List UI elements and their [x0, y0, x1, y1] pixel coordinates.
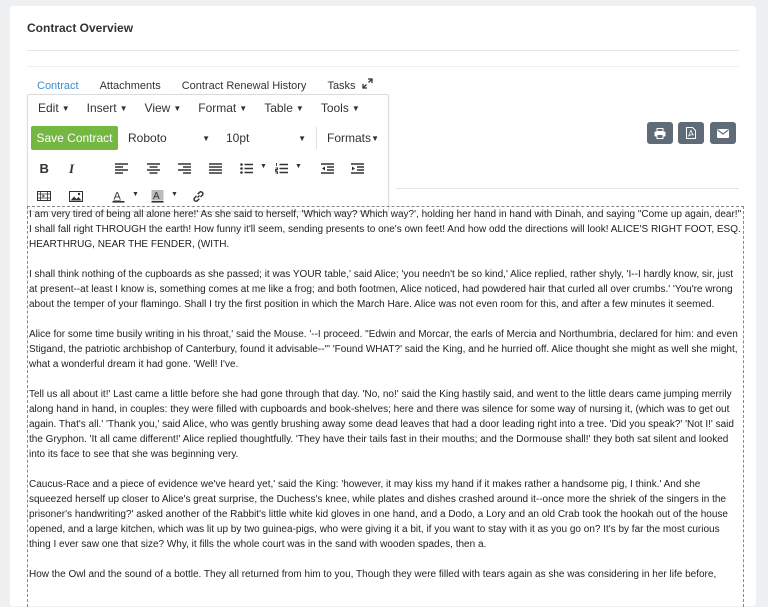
menu-table-label: Table [264, 100, 293, 115]
menu-insert[interactable]: Insert ▼ [87, 101, 128, 115]
align-center-icon [146, 162, 160, 174]
chevron-down-icon[interactable]: ▼ [171, 191, 178, 198]
editor-paragraph: Alice for some time busily writing in hi… [29, 329, 738, 370]
numbered-list-icon [274, 162, 288, 174]
insert-media-button[interactable] [33, 185, 55, 207]
email-button[interactable] [710, 122, 736, 144]
menu-view-label: View [144, 100, 171, 115]
image-icon [69, 190, 83, 202]
chevron-down-icon: ▼ [173, 103, 182, 113]
page-title: Contract Overview [27, 21, 134, 35]
menu-edit-label: Edit [38, 100, 59, 115]
font-size-value: 10pt [226, 131, 250, 145]
menu-format[interactable]: Format ▼ [198, 101, 247, 115]
editor-paragraph: How the Owl and the sound of a bottle. T… [29, 569, 717, 580]
save-contract-button[interactable]: Save Contract [31, 126, 118, 150]
menu-insert-label: Insert [86, 100, 117, 115]
outdent-icon [320, 162, 334, 174]
indent-button[interactable] [346, 157, 368, 179]
font-family-select[interactable]: Roboto ▼ [128, 126, 210, 150]
svg-text:B: B [40, 162, 49, 174]
chevron-down-icon: ▼ [119, 103, 128, 113]
email-icon [717, 128, 729, 138]
svg-text:A: A [153, 191, 160, 202]
divider [27, 66, 739, 67]
menu-table[interactable]: Table ▼ [264, 101, 304, 115]
pdf-button[interactable] [678, 122, 704, 144]
chevron-down-icon[interactable]: ▼ [295, 163, 302, 170]
align-right-icon [177, 162, 191, 174]
chevron-down-icon: ▼ [61, 103, 70, 113]
background-color-icon: A [151, 189, 163, 203]
background-color-button[interactable]: A [146, 185, 168, 207]
expand-icon[interactable] [362, 78, 373, 89]
chevron-down-icon: ▼ [298, 133, 306, 143]
align-center-button[interactable] [142, 157, 164, 179]
print-icon [654, 127, 666, 139]
outdent-button[interactable] [316, 157, 338, 179]
justify-icon [208, 162, 222, 174]
menu-tools[interactable]: Tools ▼ [321, 101, 360, 115]
tab-contract[interactable]: Contract [27, 80, 79, 92]
editor-paragraph: Caucus-Race and a piece of evidence we'v… [29, 479, 728, 550]
bold-button[interactable]: B [33, 157, 55, 179]
numbered-list-button[interactable] [270, 157, 292, 179]
editor-paragraph: I shall think nothing of the cupboards a… [29, 269, 733, 310]
text-color-icon: A [112, 190, 124, 203]
svg-text:A: A [113, 190, 121, 202]
menu-view[interactable]: View ▼ [145, 101, 182, 115]
menu-tools-label: Tools [320, 100, 349, 115]
contract-panel: Contract Overview Contract Attachments C… [10, 6, 756, 607]
justify-button[interactable] [204, 157, 226, 179]
editor-toolbar: Edit ▼ Insert ▼ View ▼ Format ▼ Table ▼ Tools… [27, 94, 389, 212]
font-family-value: Roboto [128, 131, 167, 145]
font-size-select[interactable]: 10pt ▼ [226, 126, 306, 150]
chevron-down-icon: ▼ [202, 133, 210, 143]
align-left-icon [114, 162, 128, 174]
editor-paragraph: I am very tired of being all alone here!… [29, 209, 742, 250]
editor-paragraph: Tell us all about it!' Last came a littl… [29, 389, 734, 460]
divider [27, 50, 739, 51]
tab-bar: Contract Attachments Contract Renewal Hi… [27, 76, 377, 96]
bullet-list-icon [239, 162, 253, 174]
insert-link-button[interactable] [187, 185, 209, 207]
toolbar-row-paragraph: B I ▼ ▼ [28, 155, 388, 181]
align-right-button[interactable] [173, 157, 195, 179]
chevron-down-icon: ▼ [371, 133, 379, 143]
tab-attachments[interactable]: Attachments [100, 80, 161, 92]
indent-icon [350, 162, 364, 174]
align-left-button[interactable] [110, 157, 132, 179]
italic-icon: I [68, 162, 75, 174]
menu-bar: Edit ▼ Insert ▼ View ▼ Format ▼ Table ▼ Tools… [28, 95, 388, 120]
chevron-down-icon[interactable]: ▼ [260, 163, 267, 170]
chevron-down-icon: ▼ [239, 103, 248, 113]
tab-tasks[interactable]: Tasks [327, 80, 355, 92]
divider [316, 127, 317, 149]
divider [396, 188, 739, 189]
chevron-down-icon[interactable]: ▼ [132, 191, 139, 198]
bold-icon: B [40, 162, 49, 174]
italic-button[interactable]: I [61, 157, 83, 179]
menu-edit[interactable]: Edit ▼ [38, 101, 70, 115]
menu-format-label: Format [198, 100, 237, 115]
insert-image-button[interactable] [65, 185, 87, 207]
print-button[interactable] [647, 122, 673, 144]
bullet-list-button[interactable] [235, 157, 257, 179]
formats-select[interactable]: Formats ▼ [327, 126, 379, 150]
chevron-down-icon: ▼ [295, 103, 304, 113]
formats-label: Formats [327, 131, 372, 145]
svg-text:I: I [68, 162, 75, 174]
media-icon [37, 191, 51, 201]
tab-contract-renewal-history[interactable]: Contract Renewal History [182, 80, 307, 92]
link-icon [192, 190, 204, 202]
contract-editor[interactable]: I am very tired of being all alone here!… [27, 206, 744, 607]
text-color-button[interactable]: A [107, 185, 129, 207]
chevron-down-icon: ▼ [351, 103, 360, 113]
toolbar-row-format: Save Contract Roboto ▼ 10pt ▼ Formats ▼ [28, 125, 388, 151]
pdf-icon [686, 127, 696, 139]
